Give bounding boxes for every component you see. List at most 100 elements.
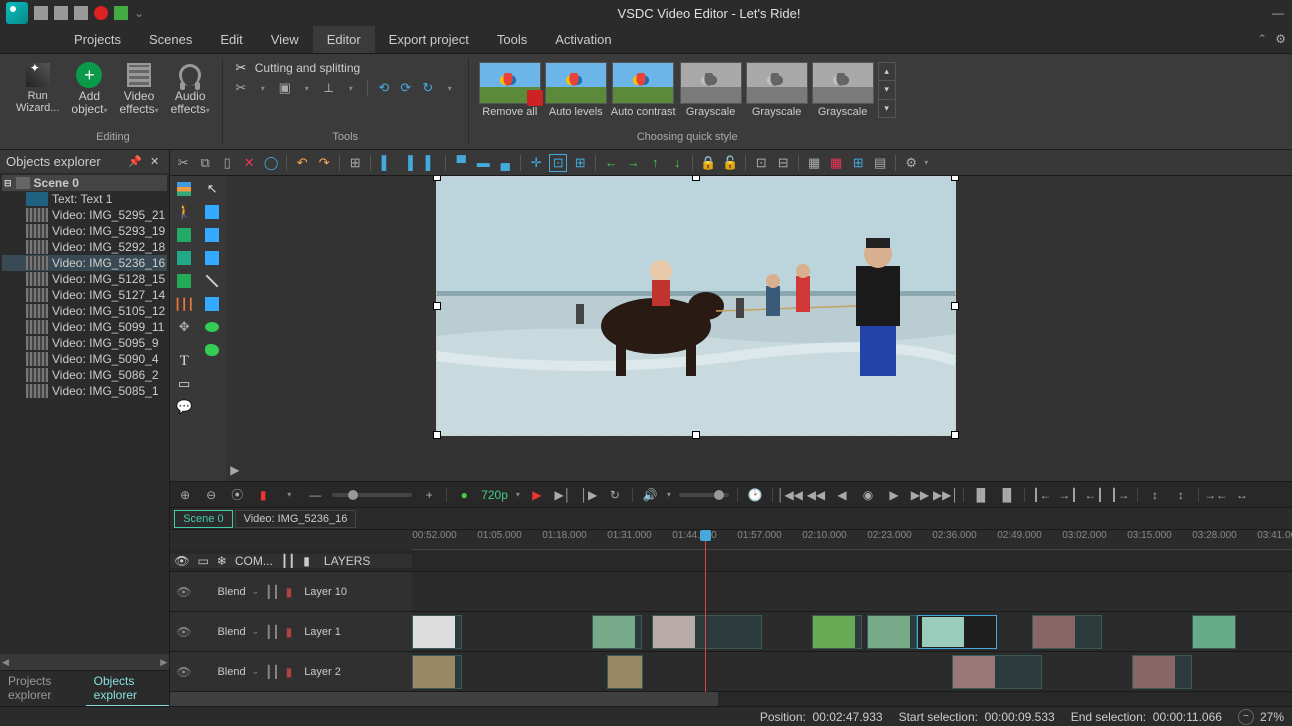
loop-icon[interactable]: ↻ xyxy=(606,486,624,504)
blend-mode-select[interactable]: Blend xyxy=(217,666,245,678)
style-gallery-more[interactable]: ▴▾▾ xyxy=(878,62,896,118)
layer-name[interactable]: Layer 10 xyxy=(304,586,347,598)
crop-dropdown[interactable]: ▾ xyxy=(343,80,359,96)
style-auto-levels[interactable]: Auto levels xyxy=(545,62,607,118)
grid-icon[interactable]: ▦ xyxy=(805,154,823,172)
style-auto-contrast[interactable]: Auto contrast xyxy=(611,62,676,118)
volume-slider[interactable] xyxy=(679,493,729,497)
video-tool-icon[interactable] xyxy=(175,272,193,290)
align-bottom-icon[interactable]: ▄ xyxy=(496,154,514,172)
resize-handle-br[interactable] xyxy=(951,431,959,439)
layer-down-icon[interactable]: ↕ xyxy=(1172,486,1190,504)
play-preview-icon[interactable]: ▶ xyxy=(528,486,546,504)
track-visibility-icon[interactable]: 👁 xyxy=(176,585,191,599)
fx-col-icon[interactable]: ❄ xyxy=(217,554,227,568)
tree-item[interactable]: Video: IMG_5105_12 xyxy=(2,303,167,319)
bc-clip[interactable]: Video: IMG_5236_16 xyxy=(235,510,357,528)
frame-fwd-icon[interactable]: ▶▶ xyxy=(911,486,929,504)
crop-icon[interactable]: ⟂ xyxy=(321,80,337,96)
trim-right-icon[interactable]: ┃→ xyxy=(1111,486,1129,504)
resize-handle-mb[interactable] xyxy=(692,431,700,439)
layer-up-icon[interactable]: ↕ xyxy=(1146,486,1164,504)
chart-tool-icon[interactable] xyxy=(175,180,193,198)
resize-handle-tr[interactable] xyxy=(951,176,959,181)
preview-resolution[interactable]: 720p xyxy=(481,488,508,502)
tree-item[interactable]: Video: IMG_5086_2 xyxy=(2,367,167,383)
playhead[interactable] xyxy=(705,530,706,692)
timeline-clip[interactable] xyxy=(412,615,462,649)
menu-export[interactable]: Export project xyxy=(375,26,483,53)
rotate-more-icon[interactable]: ↻ xyxy=(420,80,436,96)
waveform-icon[interactable]: ┃┃ xyxy=(265,625,279,639)
ruler-icon[interactable]: ▤ xyxy=(871,154,889,172)
zoom-in-timeline-icon[interactable]: ⊕ xyxy=(176,486,194,504)
track-visibility-icon[interactable]: 👁 xyxy=(176,665,191,679)
tree-item[interactable]: Text: Text 1 xyxy=(2,191,167,207)
menu-editor[interactable]: Editor xyxy=(313,26,375,53)
delete-icon[interactable]: ✕ xyxy=(240,154,258,172)
tree-item[interactable]: Video: IMG_5085_1 xyxy=(2,383,167,399)
volume-icon[interactable]: 🔊 xyxy=(641,486,659,504)
track-visibility-icon[interactable]: 👁 xyxy=(176,625,191,639)
frame-back-icon[interactable]: ◀ xyxy=(833,486,851,504)
rotate-90-left-icon[interactable]: ⟲ xyxy=(376,80,392,96)
clock-icon[interactable]: 🕑 xyxy=(746,486,764,504)
tree-scene-root[interactable]: ⊟Scene 0 xyxy=(2,175,167,191)
tree-item[interactable]: Video: IMG_5099_11 xyxy=(2,319,167,335)
tree-item[interactable]: Video: IMG_5295_21 xyxy=(2,207,167,223)
trim-left-icon[interactable]: ←┃ xyxy=(1085,486,1103,504)
redo-icon[interactable]: ↷ xyxy=(315,154,333,172)
rect-tool-icon[interactable] xyxy=(203,203,221,221)
cursor-tool-icon[interactable]: ↖ xyxy=(203,180,221,198)
title-safe-icon[interactable]: ⊟ xyxy=(774,154,792,172)
add-object-button[interactable]: + Add object▾ xyxy=(65,58,113,121)
align-middle-icon[interactable]: ▬ xyxy=(474,154,492,172)
menu-projects[interactable]: Projects xyxy=(60,26,135,53)
speech-tool-icon[interactable]: 💬 xyxy=(175,398,193,416)
center-h-icon[interactable]: ✛ xyxy=(527,154,545,172)
canvas-settings-icon[interactable]: ⚙ xyxy=(902,154,920,172)
resize-handle-bl[interactable] xyxy=(433,431,441,439)
paste-icon[interactable]: ▯ xyxy=(218,154,236,172)
group-icon[interactable]: ⊞ xyxy=(346,154,364,172)
tree-item[interactable]: Video: IMG_5128_15 xyxy=(2,271,167,287)
cutting-splitting-label[interactable]: Cutting and splitting xyxy=(255,61,360,75)
resize-handle-mt[interactable] xyxy=(692,176,700,181)
timeline-clip[interactable] xyxy=(1192,615,1236,649)
timeline-ruler[interactable]: 00:52.00001:05.00001:18.00001:31.00001:4… xyxy=(412,530,1292,550)
rect4-tool-icon[interactable] xyxy=(203,295,221,313)
menu-tools[interactable]: Tools xyxy=(483,26,541,53)
trim-dropdown[interactable]: ▾ xyxy=(299,80,315,96)
magnet-icon[interactable]: ↔ xyxy=(1233,486,1251,504)
expand-tools-icon[interactable]: ▶ xyxy=(230,463,239,477)
arrow-right-icon[interactable]: → xyxy=(624,154,642,172)
menu-activation[interactable]: Activation xyxy=(541,26,625,53)
explorer-hscroll[interactable]: ◀▶ xyxy=(0,654,169,670)
timeline-hscroll[interactable] xyxy=(170,692,1292,706)
split2-icon[interactable]: →┃ xyxy=(1059,486,1077,504)
waveform-icon[interactable]: ┃┃ xyxy=(265,585,279,599)
timeline-clip[interactable] xyxy=(607,655,643,689)
mark-in-icon[interactable]: ▐▌ xyxy=(972,486,990,504)
pause-icon[interactable]: │▶ xyxy=(580,486,598,504)
timeline-zoom-slider[interactable] xyxy=(332,493,412,497)
align-top-icon[interactable]: ▀ xyxy=(452,154,470,172)
snap-icon[interactable]: ⊞ xyxy=(849,154,867,172)
track-lane[interactable] xyxy=(412,572,1292,611)
style-remove-all[interactable]: Remove all xyxy=(479,62,541,118)
rect2-tool-icon[interactable] xyxy=(203,226,221,244)
qa-icon-record[interactable] xyxy=(94,6,108,20)
scissors-icon[interactable]: ✂ xyxy=(233,80,249,96)
zoom-out-timeline-icon[interactable]: ⊖ xyxy=(202,486,220,504)
qa-icon-check[interactable] xyxy=(114,6,128,20)
tree-item[interactable]: Video: IMG_5090_4 xyxy=(2,351,167,367)
track-lane[interactable] xyxy=(412,612,1292,651)
split-icon[interactable]: ┃← xyxy=(1033,486,1051,504)
image-tool-icon[interactable] xyxy=(175,226,193,244)
layer-name[interactable]: Layer 2 xyxy=(304,666,341,678)
center-both-icon[interactable]: ⊞ xyxy=(571,154,589,172)
copy-icon[interactable]: ⧉ xyxy=(196,154,214,172)
line-tool-icon[interactable] xyxy=(203,272,221,290)
style-grayscale-2[interactable]: Grayscale xyxy=(746,62,808,118)
settings-gear-icon[interactable]: ⚙ xyxy=(1275,32,1286,46)
